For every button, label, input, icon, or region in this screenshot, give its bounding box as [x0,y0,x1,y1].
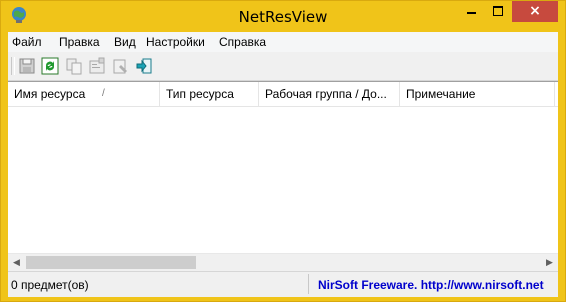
column-header-workgroup[interactable]: Рабочая группа / До... [259,82,400,106]
resource-list[interactable]: Имя ресурса / Тип ресурса Рабочая группа… [8,81,558,271]
title-bar[interactable]: NetResView × [1,1,565,32]
column-header-label: Примечание [406,87,476,101]
status-divider [308,274,309,294]
menu-file[interactable]: Файл [12,35,42,49]
list-header: Имя ресурса / Тип ресурса Рабочая группа… [8,82,558,107]
properties-icon[interactable] [88,57,106,75]
column-header-label: Имя ресурса [14,87,86,101]
minimize-button[interactable] [458,1,485,22]
save-icon[interactable] [18,57,36,75]
horizontal-scrollbar[interactable]: ◀ ▶ [8,253,558,271]
scrollbar-thumb[interactable] [26,256,196,269]
menu-bar: Файл Правка Вид Настройки Справка [8,32,558,52]
close-icon: × [529,3,541,19]
column-header-label: Рабочая группа / До... [265,87,387,101]
toolbar [8,52,558,81]
menu-view[interactable]: Вид [114,35,136,49]
column-header-comment[interactable]: Примечание [400,82,555,106]
item-count-text: 0 предмет(ов) [11,278,89,292]
refresh-icon[interactable] [41,57,59,75]
status-bar: 0 предмет(ов) NirSoft Freeware. http://w… [8,271,558,297]
close-button[interactable]: × [512,1,558,22]
maximize-button[interactable] [485,1,511,22]
column-header-next[interactable] [555,82,558,106]
app-window: NetResView × Файл Правка Вид Настройки С… [0,0,566,302]
open-explorer-icon[interactable] [112,57,130,75]
copy-icon[interactable] [65,57,83,75]
scroll-right-icon[interactable]: ▶ [541,254,558,271]
scroll-left-icon[interactable]: ◀ [8,254,25,271]
column-header-label: Тип ресурса [166,87,234,101]
column-header-resource-name[interactable]: Имя ресурса / [8,82,160,106]
menu-help[interactable]: Справка [219,35,266,49]
menu-settings[interactable]: Настройки [146,35,205,49]
exit-icon[interactable] [135,57,153,75]
sort-indicator-icon: / [102,88,105,99]
client-area: Файл Правка Вид Настройки Справка Имя ре… [8,32,558,297]
toolbar-separator [11,57,15,75]
menu-edit[interactable]: Правка [59,35,100,49]
nirsoft-link[interactable]: NirSoft Freeware. http://www.nirsoft.net [318,278,544,292]
column-header-resource-type[interactable]: Тип ресурса [160,82,259,106]
